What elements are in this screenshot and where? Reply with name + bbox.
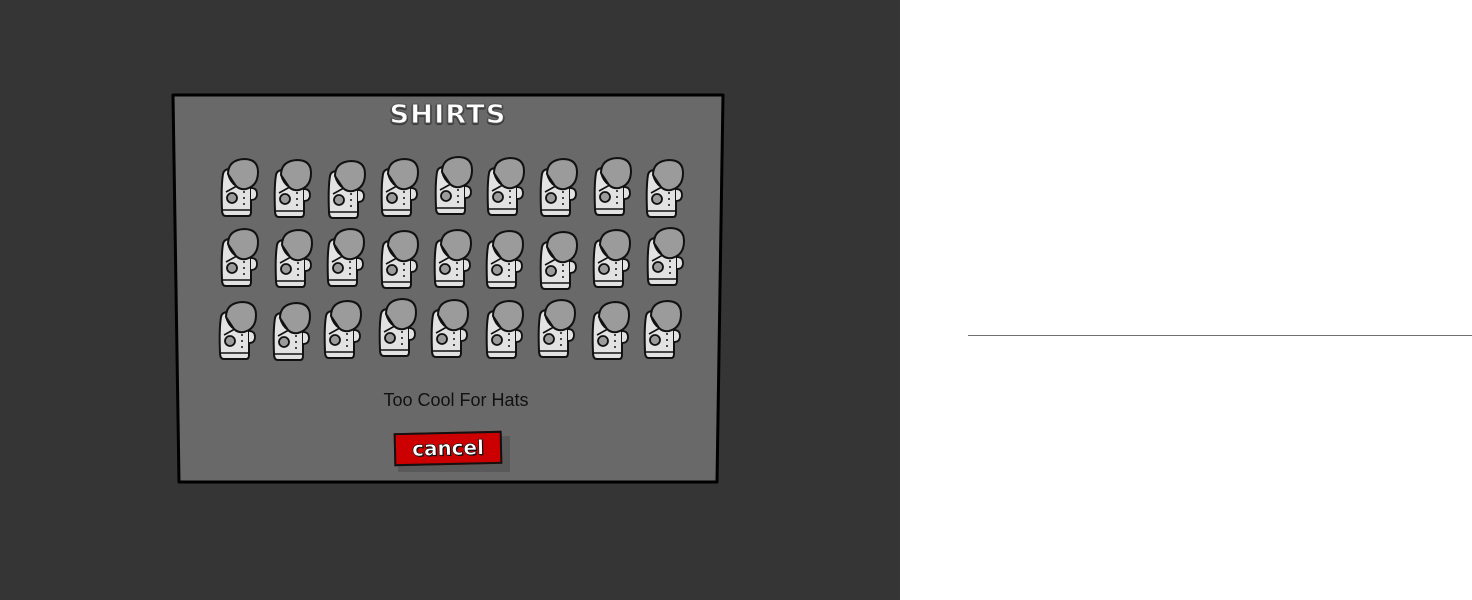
shirt-icon[interactable] <box>480 155 530 217</box>
shirt-icon[interactable] <box>479 298 529 360</box>
shirt-icon[interactable] <box>428 154 478 216</box>
shirt-icon[interactable] <box>479 228 529 290</box>
shirt-icon[interactable] <box>214 226 264 288</box>
shirt-icon[interactable] <box>587 155 637 217</box>
shirt-icon[interactable] <box>533 156 583 218</box>
shirt-icon[interactable] <box>640 225 690 287</box>
panel-title: SHIRTS <box>389 100 507 131</box>
shirt-icon[interactable] <box>212 299 262 361</box>
shirt-icon[interactable] <box>586 227 636 289</box>
shirt-icon[interactable] <box>424 297 474 359</box>
shirt-icon[interactable] <box>639 157 689 219</box>
shirt-icon[interactable] <box>317 298 367 360</box>
shirt-icon[interactable] <box>374 228 424 290</box>
shirt-icon[interactable] <box>321 158 371 220</box>
shirt-icon[interactable] <box>533 229 583 291</box>
cancel-button-label: cancel <box>393 430 503 467</box>
selected-item-name: Too Cool For Hats <box>383 390 529 410</box>
shirt-icon[interactable] <box>372 296 422 358</box>
shirt-icon[interactable] <box>427 227 477 289</box>
shirt-icon[interactable] <box>637 298 687 360</box>
shirt-icon[interactable] <box>267 157 317 219</box>
shirt-icon[interactable] <box>320 226 370 288</box>
divider-line <box>968 335 1472 336</box>
cancel-button[interactable]: cancel <box>393 430 510 472</box>
shirt-icon[interactable] <box>266 300 316 362</box>
shirt-icon[interactable] <box>268 227 318 289</box>
shirt-icon[interactable] <box>374 156 424 218</box>
game-area: SHIRTS Too Cool For Hats cancel <box>0 0 900 600</box>
shirt-icon[interactable] <box>585 299 635 361</box>
shirt-icon[interactable] <box>214 156 264 218</box>
shirt-grid <box>214 156 690 366</box>
shirt-icon[interactable] <box>531 297 581 359</box>
